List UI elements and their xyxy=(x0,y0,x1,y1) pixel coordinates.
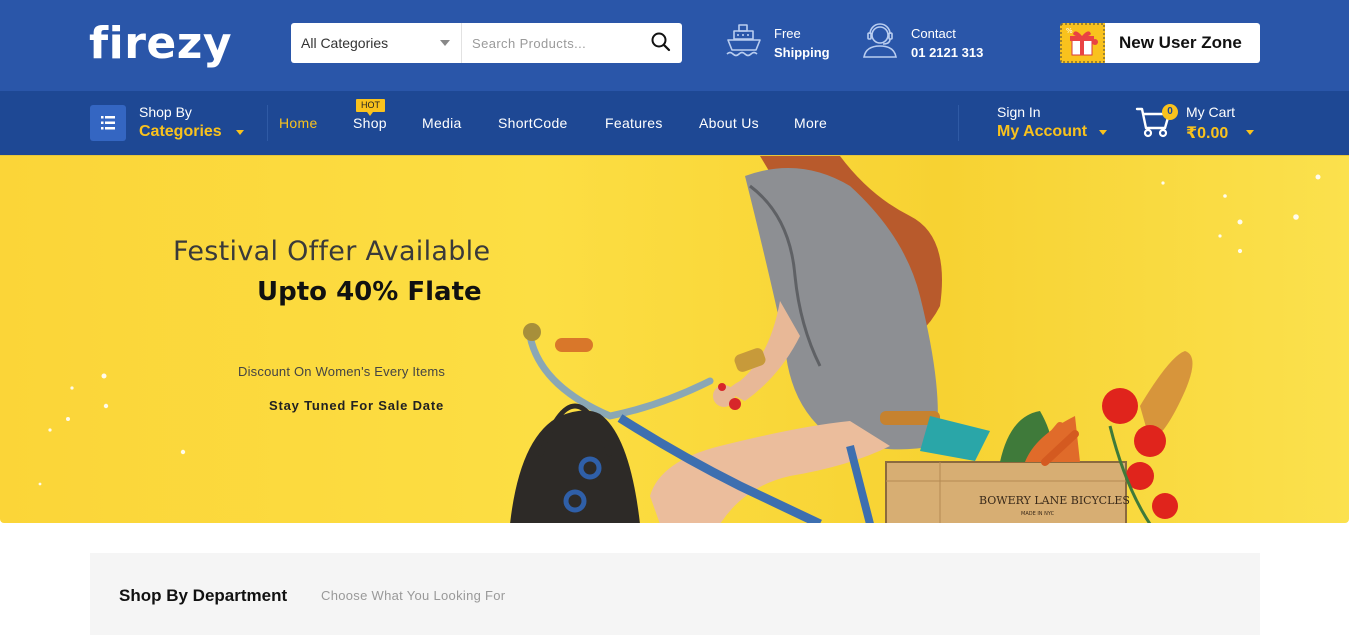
chevron-down-icon xyxy=(440,40,450,46)
nav-more[interactable]: More xyxy=(794,115,827,131)
my-account-dropdown[interactable]: My Account xyxy=(997,123,1087,141)
support-agent-icon xyxy=(863,23,897,58)
contact-info: Contact 01 2121 313 xyxy=(861,22,991,66)
search-icon xyxy=(651,32,671,51)
chevron-down-icon xyxy=(1099,130,1107,135)
chevron-down-icon xyxy=(1246,130,1254,135)
crate-subtext: MADE IN NYC xyxy=(1021,511,1055,517)
hero-subtitle: Upto 40% Flate xyxy=(257,277,482,307)
shop-by-label[interactable]: Shop By xyxy=(139,104,192,120)
hero-banner[interactable]: BOWERY LANE BICYCLES MADE IN NYC Festiva… xyxy=(0,155,1349,523)
gift-icon: % xyxy=(1060,23,1105,63)
nav-home[interactable]: Home xyxy=(279,115,318,131)
category-select-value: All Categories xyxy=(301,35,389,51)
search-button[interactable] xyxy=(646,29,676,57)
cart-total[interactable]: ₹0.00 xyxy=(1186,123,1228,143)
list-menu-icon xyxy=(101,116,115,130)
categories-dropdown[interactable]: Categories xyxy=(139,123,222,141)
new-user-zone-button[interactable]: % New User Zone xyxy=(1060,23,1260,63)
top-header: firezy All Categories Free Shipping xyxy=(0,0,1349,91)
category-select[interactable]: All Categories xyxy=(291,23,462,63)
nav-media[interactable]: Media xyxy=(422,115,462,131)
nav-features[interactable]: Features xyxy=(605,115,663,131)
crate-text: BOWERY LANE BICYCLES xyxy=(979,494,1130,507)
department-subtitle: Choose What You Looking For xyxy=(321,588,506,603)
ship-icon xyxy=(726,24,761,57)
search-bar: All Categories xyxy=(291,23,682,63)
nav-divider xyxy=(267,105,268,141)
nav-shortcode[interactable]: ShortCode xyxy=(498,115,568,131)
my-cart-label[interactable]: My Cart xyxy=(1186,104,1235,120)
contact-line1: Contact xyxy=(911,26,956,41)
hero-image: BOWERY LANE BICYCLES MADE IN NYC xyxy=(38,156,1321,523)
hot-badge: HOT xyxy=(356,99,385,116)
hero-cta-link[interactable]: Stay Tuned For Sale Date xyxy=(269,398,444,413)
main-nav: Shop By Categories Home HOT Shop Media S… xyxy=(0,91,1349,155)
hero-description: Discount On Women's Every Items xyxy=(238,364,446,379)
free-shipping-info: Free Shipping xyxy=(725,22,845,66)
shop-by-department-section: Shop By Department Choose What You Looki… xyxy=(90,553,1260,635)
new-user-zone-label: New User Zone xyxy=(1119,33,1242,52)
contact-phone[interactable]: 01 2121 313 xyxy=(911,45,983,60)
nav-about-us[interactable]: About Us xyxy=(699,115,759,131)
cart-count-badge: 0 xyxy=(1162,104,1178,120)
hero-title: Festival Offer Available xyxy=(173,236,491,267)
nav-divider xyxy=(958,105,959,141)
svg-text:%: % xyxy=(1066,27,1073,35)
categories-menu-button[interactable] xyxy=(90,105,126,141)
search-input[interactable] xyxy=(463,23,643,63)
sign-in-link[interactable]: Sign In xyxy=(997,104,1041,120)
department-title: Shop By Department xyxy=(119,586,288,605)
shipping-line1: Free xyxy=(774,26,801,41)
nav-shop[interactable]: Shop xyxy=(353,115,387,131)
site-logo[interactable]: firezy xyxy=(89,16,232,72)
chevron-down-icon xyxy=(236,130,244,135)
shipping-line2: Shipping xyxy=(774,45,830,60)
